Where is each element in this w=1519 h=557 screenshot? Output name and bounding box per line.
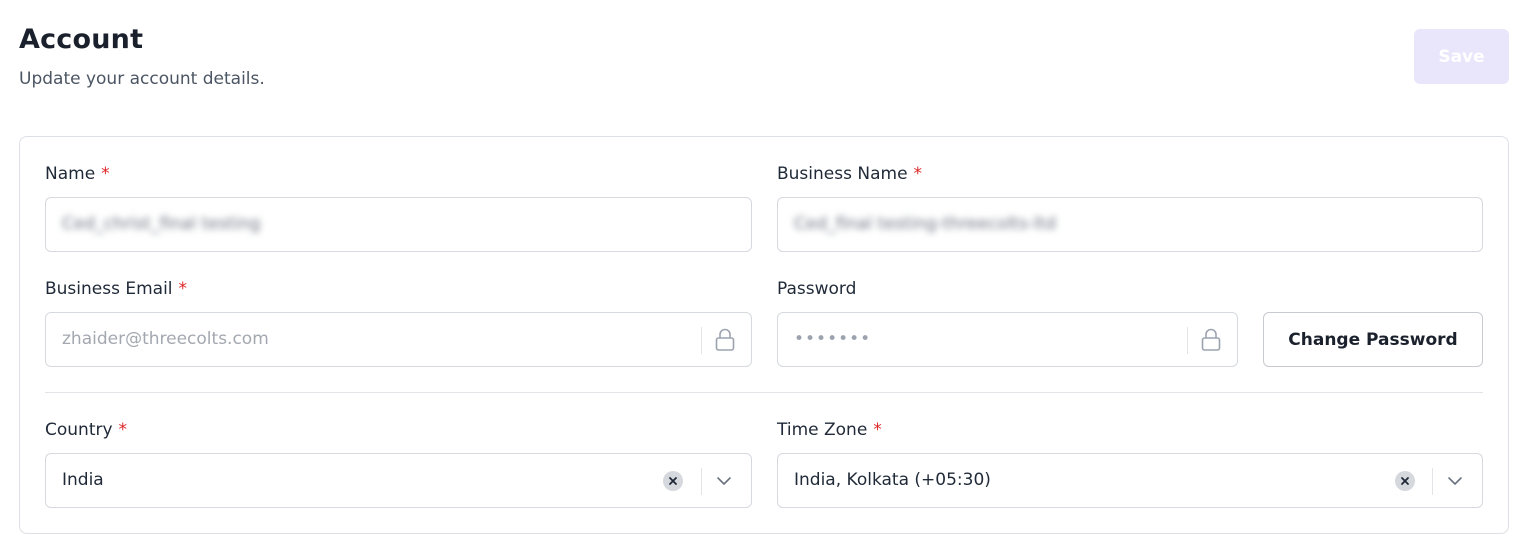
clear-icon[interactable]	[663, 471, 683, 491]
business-name-label: Business Name *	[777, 164, 922, 184]
time-zone-label: Time Zone *	[777, 420, 882, 440]
name-label-text: Name	[45, 164, 96, 184]
chevron-down-icon[interactable]	[714, 471, 734, 491]
password-label: Password	[777, 279, 856, 299]
business-email-field: zhaider@threecolts.com	[45, 312, 752, 367]
field-separator	[701, 327, 702, 354]
password-value: •••••••	[794, 329, 872, 349]
business-name-label-text: Business Name	[777, 164, 908, 184]
chevron-down-icon[interactable]	[1445, 471, 1465, 491]
country-label-text: Country	[45, 420, 113, 440]
lock-icon	[715, 328, 735, 351]
time-zone-value: India, Kolkata (+05:30)	[794, 470, 991, 490]
required-mark: *	[873, 420, 882, 440]
country-value: India	[62, 470, 104, 490]
required-mark: *	[118, 420, 128, 440]
name-input[interactable]: Ced_christ_final testing	[45, 197, 752, 252]
page-subtitle: Update your account details.	[19, 69, 265, 89]
page-header: Account Update your account details.	[19, 24, 265, 89]
save-button[interactable]: Save	[1414, 29, 1509, 84]
page-title: Account	[19, 24, 144, 55]
business-name-value: Ced_final testing-threecolts-ltd	[794, 214, 1056, 234]
password-field: •••••••	[777, 312, 1238, 367]
change-password-button[interactable]: Change Password	[1263, 312, 1483, 367]
time-zone-label-text: Time Zone	[777, 420, 868, 440]
field-separator	[1432, 468, 1433, 495]
business-email-label: Business Email *	[45, 279, 187, 299]
time-zone-select[interactable]: India, Kolkata (+05:30)	[777, 453, 1483, 508]
section-divider	[45, 392, 1483, 393]
lock-icon	[1201, 328, 1221, 351]
field-separator	[1187, 327, 1188, 354]
required-mark: *	[178, 279, 188, 299]
required-mark: *	[101, 164, 110, 184]
country-select[interactable]: India	[45, 453, 752, 508]
name-value: Ced_christ_final testing	[62, 214, 261, 234]
country-label: Country *	[45, 420, 127, 440]
clear-icon[interactable]	[1395, 471, 1415, 491]
business-email-label-text: Business Email	[45, 279, 173, 299]
field-separator	[701, 468, 702, 495]
password-label-text: Password	[777, 279, 857, 299]
business-name-input[interactable]: Ced_final testing-threecolts-ltd	[777, 197, 1483, 252]
required-mark: *	[913, 164, 923, 184]
business-email-value: zhaider@threecolts.com	[62, 329, 269, 349]
name-label: Name *	[45, 164, 110, 184]
